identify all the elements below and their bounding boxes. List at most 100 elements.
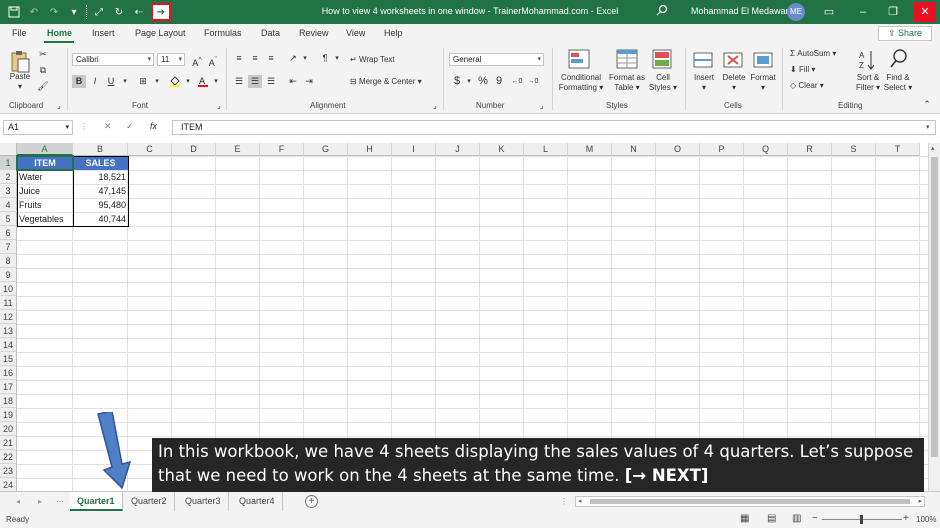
row-header-5[interactable]: 5 <box>0 212 17 226</box>
column-header-d[interactable]: D <box>172 143 216 156</box>
row-header-20[interactable]: 20 <box>0 422 17 436</box>
column-header-l[interactable]: L <box>524 143 568 156</box>
page-layout-view-icon[interactable]: ▤ <box>767 513 776 524</box>
close-icon[interactable]: ✕ <box>914 2 936 22</box>
table-cell[interactable]: Fruits <box>17 198 73 212</box>
column-header-a[interactable]: A <box>17 143 73 156</box>
tab-page-layout[interactable]: Page Layout <box>135 28 186 38</box>
underline-button[interactable]: U <box>104 75 118 88</box>
column-header-e[interactable]: E <box>216 143 260 156</box>
avatar[interactable]: ME <box>787 3 805 21</box>
row-header-22[interactable]: 22 <box>0 450 17 464</box>
fill-color-icon[interactable] <box>168 75 182 88</box>
page-break-view-icon[interactable]: ▥ <box>792 513 801 524</box>
row-header-10[interactable]: 10 <box>0 282 17 296</box>
clear-button[interactable]: ◇ Clear ▾ <box>790 81 824 91</box>
enter-icon[interactable]: ✓ <box>126 121 134 132</box>
normal-view-icon[interactable]: ▦ <box>740 513 749 524</box>
share-button[interactable]: ⇪ Share <box>878 26 932 41</box>
name-box[interactable]: A1 ▾ <box>3 120 73 135</box>
scroll-right-icon[interactable]: ▸ <box>918 497 922 505</box>
row-header-11[interactable]: 11 <box>0 296 17 310</box>
tab-home[interactable]: Home <box>47 28 72 38</box>
column-header-b[interactable]: B <box>73 143 128 156</box>
decrease-decimal-icon[interactable]: →0 <box>526 75 540 88</box>
align-middle-icon[interactable]: ≡ <box>248 52 262 65</box>
row-header-2[interactable]: 2 <box>0 170 17 184</box>
align-left-icon[interactable]: ☰ <box>232 75 246 88</box>
row-header-7[interactable]: 7 <box>0 240 17 254</box>
row-header-24[interactable]: 24 <box>0 478 17 491</box>
column-header-o[interactable]: O <box>656 143 700 156</box>
sort-filter-icon[interactable]: AZ <box>858 49 876 73</box>
next-button[interactable]: [→ NEXT] <box>625 466 709 485</box>
column-header-s[interactable]: S <box>832 143 876 156</box>
column-header-p[interactable]: P <box>700 143 744 156</box>
column-header-m[interactable]: M <box>568 143 612 156</box>
tab-file[interactable]: File <box>12 28 27 38</box>
add-sheet-icon[interactable]: + <box>305 495 318 508</box>
vertical-scroll-thumb[interactable] <box>931 157 938 457</box>
cut-icon[interactable]: ✂ <box>36 48 50 61</box>
font-size-select[interactable]: 11 ▾ <box>157 53 185 66</box>
cell-styles-button[interactable]: Cell Styles ▾ <box>646 73 680 93</box>
horizontal-scroll-thumb[interactable] <box>590 499 910 504</box>
row-header-6[interactable]: 6 <box>0 226 17 240</box>
column-header-j[interactable]: J <box>436 143 480 156</box>
next-sheet-icon[interactable]: ➔ <box>151 3 171 21</box>
row-header-16[interactable]: 16 <box>0 366 17 380</box>
italic-button[interactable]: I <box>88 75 102 88</box>
more-sheets-icon[interactable]: ⋯ <box>56 497 64 506</box>
table-cell[interactable]: Vegetables <box>17 212 73 226</box>
minimize-icon[interactable]: – <box>852 2 874 22</box>
chevron-down-icon[interactable]: ▾ <box>181 75 195 88</box>
table-cell[interactable]: Water <box>17 170 73 184</box>
collapse-ribbon-icon[interactable]: ⌃ <box>920 98 934 111</box>
zoom-in-icon[interactable]: + <box>903 513 909 524</box>
number-format-select[interactable]: General ▾ <box>449 53 544 66</box>
table-cell[interactable]: Juice <box>17 184 73 198</box>
align-bottom-icon[interactable]: ≡ <box>264 52 278 65</box>
row-header-21[interactable]: 21 <box>0 436 17 450</box>
sheet-tab-quarter3[interactable]: Quarter3 <box>178 492 229 511</box>
full-screen-icon[interactable]: ⤢ <box>91 4 107 20</box>
tab-data[interactable]: Data <box>261 28 280 38</box>
find-select-icon[interactable] <box>889 48 909 72</box>
wrap-text-button[interactable]: ↵ Wrap Text <box>350 55 395 65</box>
percent-button[interactable]: % <box>476 75 490 88</box>
table-header-cell[interactable]: SALES <box>73 156 128 170</box>
row-header-14[interactable]: 14 <box>0 338 17 352</box>
bold-button[interactable]: B <box>72 75 86 88</box>
comma-style-button[interactable]: 9 <box>492 75 506 88</box>
row-header-9[interactable]: 9 <box>0 268 17 282</box>
zoom-out-icon[interactable]: − <box>812 513 818 524</box>
column-header-h[interactable]: H <box>348 143 392 156</box>
column-header-c[interactable]: C <box>128 143 172 156</box>
alignment-launcher-icon[interactable]: ⌟ <box>433 101 437 110</box>
chevron-down-icon[interactable]: ▾ <box>209 75 223 88</box>
chevron-down-icon[interactable]: ▾ <box>150 75 164 88</box>
align-center-icon[interactable]: ☰ <box>248 75 262 88</box>
align-right-icon[interactable]: ☰ <box>264 75 278 88</box>
vertical-scrollbar[interactable]: ▴ <box>928 143 940 491</box>
sheet-tab-quarter1[interactable]: Quarter1 <box>70 492 123 511</box>
row-header-18[interactable]: 18 <box>0 394 17 408</box>
row-header-12[interactable]: 12 <box>0 310 17 324</box>
column-header-t[interactable]: T <box>876 143 920 156</box>
redo-icon[interactable]: ↷ <box>46 4 62 20</box>
column-header-r[interactable]: R <box>788 143 832 156</box>
search-icon[interactable] <box>656 4 668 19</box>
row-header-13[interactable]: 13 <box>0 324 17 338</box>
sheet-tab-quarter2[interactable]: Quarter2 <box>124 492 175 511</box>
tab-formulas[interactable]: Formulas <box>204 28 242 38</box>
table-header-cell[interactable]: ITEM <box>17 156 73 170</box>
column-header-g[interactable]: G <box>304 143 348 156</box>
find-select-button[interactable]: Find & Select ▾ <box>882 73 914 93</box>
scroll-left-icon[interactable]: ◂ <box>578 497 582 505</box>
align-top-icon[interactable]: ≡ <box>232 52 246 65</box>
row-header-17[interactable]: 17 <box>0 380 17 394</box>
expand-formula-bar-icon[interactable]: ▾ <box>926 123 930 131</box>
font-name-select[interactable]: Calibri ▾ <box>72 53 154 66</box>
merge-center-button[interactable]: ⊟ Merge & Center ▾ <box>350 77 422 87</box>
font-launcher-icon[interactable]: ⌟ <box>217 101 221 110</box>
